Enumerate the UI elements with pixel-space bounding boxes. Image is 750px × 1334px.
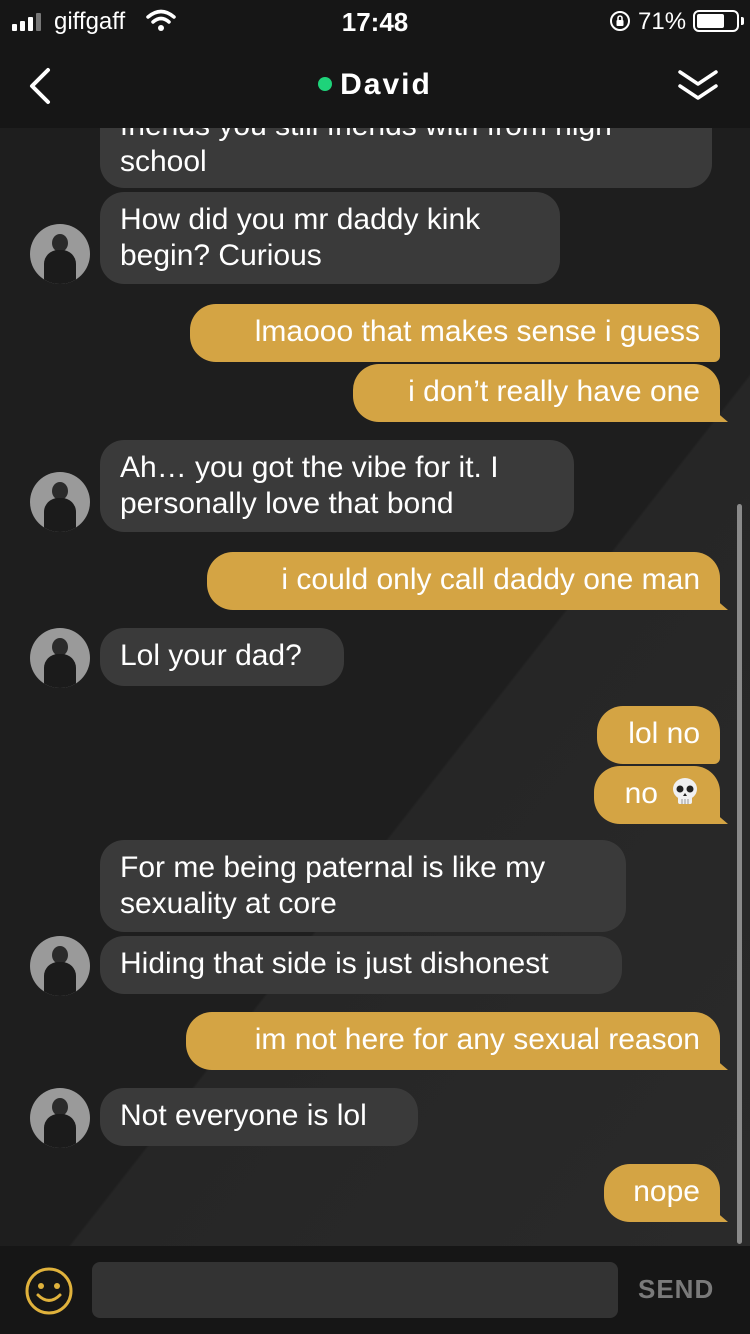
- message-incoming[interactable]: Hiding that side is just dishonest: [100, 936, 622, 994]
- rotation-lock-icon: [610, 11, 630, 31]
- message-text: nope: [633, 1175, 700, 1208]
- message-outgoing[interactable]: lol no: [597, 706, 720, 764]
- message-text: personally love that bond: [120, 487, 454, 520]
- message-incoming[interactable]: How did you mr daddy kink begin? Curious: [100, 192, 560, 284]
- message-text: Not everyone is lol: [120, 1099, 367, 1132]
- avatar[interactable]: [30, 936, 90, 996]
- contact-name: David: [340, 68, 432, 101]
- message-text: Hiding that side is just dishonest: [120, 947, 549, 980]
- message-input[interactable]: [92, 1262, 618, 1318]
- message-text: lmaooo that makes sense i guess: [254, 315, 700, 348]
- message-text: sexuality at core: [120, 887, 337, 920]
- message-outgoing[interactable]: im not here for any sexual reason: [186, 1012, 728, 1070]
- message-outgoing[interactable]: no: [594, 766, 728, 824]
- scrollbar[interactable]: [737, 504, 742, 1244]
- message-composer: SEND: [0, 1246, 750, 1334]
- chat-header: David: [0, 44, 750, 128]
- message-incoming[interactable]: Ah… you got the vibe for it. I personall…: [100, 440, 574, 532]
- avatar[interactable]: [30, 224, 90, 284]
- battery-icon: [693, 10, 744, 32]
- smiley-icon[interactable]: [24, 1266, 74, 1316]
- message-text: lol no: [628, 717, 700, 750]
- skull-icon: [673, 778, 697, 804]
- message-text: im not here for any sexual reason: [254, 1023, 700, 1056]
- contact-title[interactable]: David: [0, 68, 750, 102]
- message-text: How did you mr daddy kink: [120, 203, 481, 236]
- message-outgoing[interactable]: i could only call daddy one man: [207, 552, 728, 610]
- avatar[interactable]: [30, 472, 90, 532]
- message-incoming[interactable]: Lol your dad?: [100, 628, 344, 686]
- message-text: Lol your dad?: [120, 639, 302, 672]
- message-text: i could only call daddy one man: [281, 563, 700, 596]
- message-text: Ah… you got the vibe for it. I: [120, 451, 499, 484]
- status-bar: giffgaff 17:48 71%: [0, 0, 750, 44]
- avatar[interactable]: [30, 1088, 90, 1148]
- message-text: no: [624, 777, 658, 810]
- message-text: friends you still friends with from high: [120, 128, 692, 144]
- double-chevron-down-icon[interactable]: [676, 66, 720, 106]
- message-incoming[interactable]: friends you still friends with from high…: [100, 128, 712, 188]
- message-outgoing[interactable]: nope: [604, 1164, 728, 1222]
- message-incoming[interactable]: For me being paternal is like my sexuali…: [100, 840, 626, 932]
- message-outgoing[interactable]: i don’t really have one: [353, 364, 728, 422]
- message-text: For me being paternal is like my: [120, 851, 546, 884]
- message-text: school: [120, 145, 207, 178]
- message-text: i don’t really have one: [408, 375, 700, 408]
- online-status-dot: [318, 77, 333, 91]
- message-list[interactable]: friends you still friends with from high…: [0, 128, 750, 1246]
- message-outgoing[interactable]: lmaooo that makes sense i guess: [190, 304, 720, 362]
- message-incoming[interactable]: Not everyone is lol: [100, 1088, 418, 1146]
- message-text: begin? Curious: [120, 239, 322, 272]
- battery-percent: 71%: [638, 8, 687, 35]
- avatar[interactable]: [30, 628, 90, 688]
- send-button[interactable]: SEND: [638, 1274, 714, 1305]
